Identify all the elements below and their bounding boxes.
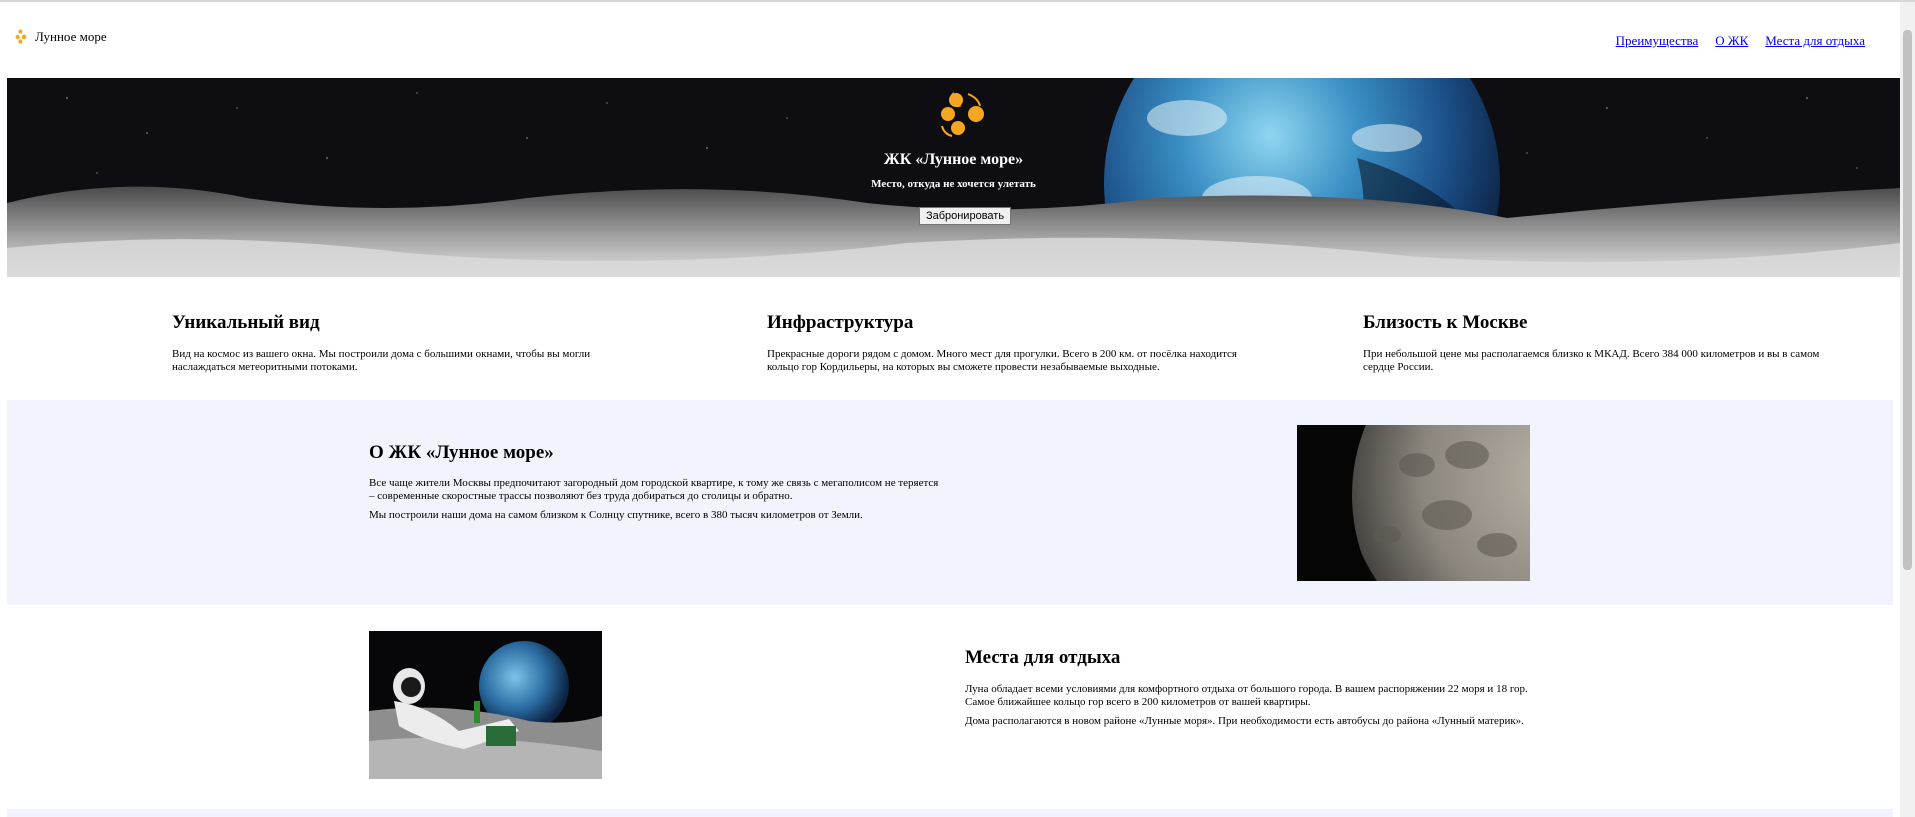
about-paragraph: Все чаще жители Москвы предпочитают заго…: [369, 477, 939, 502]
logo-text: Лунное море: [35, 29, 107, 44]
places-paragraph: Луна обладает всеми условиями для комфор…: [965, 683, 1528, 708]
feature-unique-view: Уникальный вид Вид на космос из вашего о…: [172, 312, 632, 374]
astronaut-image: [369, 631, 602, 779]
next-section-band: [7, 809, 1893, 817]
feature-title: Близость к Москве: [1363, 312, 1528, 333]
feature-moscow-proximity: Близость к Москве При небольшой цене мы …: [1363, 312, 1823, 374]
hero-banner: ЖК «Лунное море» Место, откуда не хочетс…: [7, 78, 1900, 277]
book-button[interactable]: Забронировать: [919, 207, 1011, 225]
scrollbar-thumb[interactable]: [1903, 30, 1912, 570]
page-scrollbar[interactable]: [1900, 2, 1915, 817]
places-paragraph: Дома располагаются в новом районе «Лунны…: [965, 715, 1524, 727]
hero-title: ЖК «Лунное море»: [883, 151, 1024, 168]
about-section: О ЖК «Лунное море» Все чаще жители Москв…: [7, 400, 1893, 605]
logo-icon: [15, 29, 27, 44]
about-title: О ЖК «Лунное море»: [369, 442, 554, 463]
about-paragraph: Мы построили наши дома на самом близком …: [369, 509, 863, 521]
feature-text: Вид на космос из вашего окна. Мы построи…: [172, 348, 591, 373]
main-nav: Преимущества О ЖК Места для отдыха: [1616, 33, 1865, 49]
feature-title: Инфраструктура: [767, 312, 914, 333]
hero-content: ЖК «Лунное море» Место, откуда не хочетс…: [7, 78, 1900, 277]
feature-text: При небольшой цене мы располагаемся близ…: [1363, 348, 1820, 373]
moon-image: [1297, 425, 1530, 581]
hero-subtitle: Место, откуда не хочется улетать: [871, 178, 1036, 190]
feature-text: Прекрасные дороги рядом с домом. Много м…: [767, 348, 1237, 373]
nav-link-about[interactable]: О ЖК: [1715, 33, 1748, 49]
hero-logo-icon: [941, 92, 984, 137]
nav-link-places[interactable]: Места для отдыха: [1765, 33, 1865, 49]
places-title: Места для отдыха: [965, 647, 1121, 668]
site-header: Лунное море Преимущества О ЖК Места для …: [7, 2, 1900, 78]
feature-title: Уникальный вид: [172, 312, 320, 333]
nav-link-advantages[interactable]: Преимущества: [1616, 33, 1699, 49]
feature-infrastructure: Инфраструктура Прекрасные дороги рядом с…: [767, 312, 1247, 374]
site-logo[interactable]: Лунное море: [15, 28, 107, 46]
